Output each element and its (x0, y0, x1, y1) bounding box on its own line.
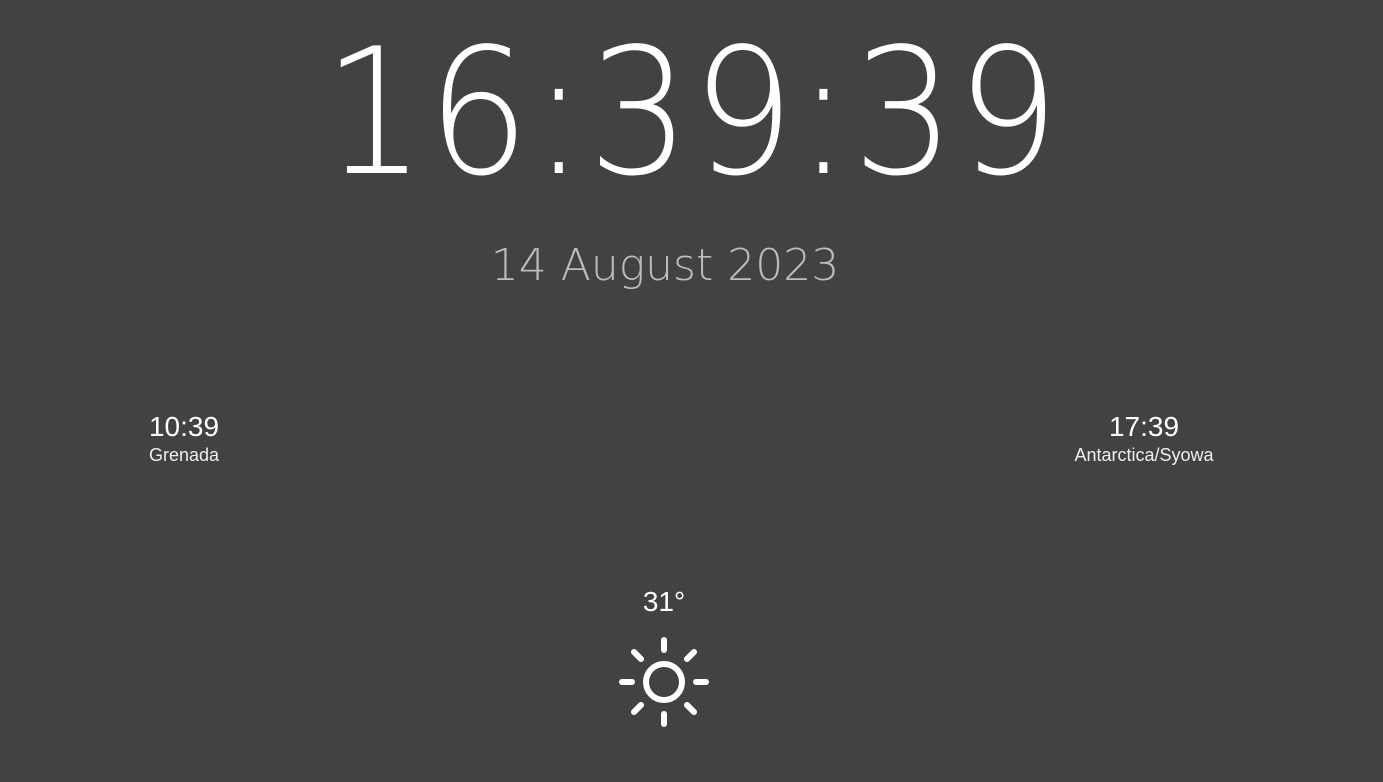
sun-icon (619, 637, 709, 727)
temperature: 31° (642, 586, 686, 617)
world-clock-zone: Antarctica/Syowa (1074, 445, 1214, 465)
world-clock-time: 10:39 (148, 411, 220, 442)
world-clock-syowa: 17:39 Antarctica/Syowa (1044, 410, 1244, 466)
main-date: 14 August 2023 (490, 240, 840, 291)
world-clock-zone: Grenada (148, 445, 220, 465)
main-clock: 16:39:39 (0, 14, 1383, 214)
world-clock-grenada: 10:39 Grenada (110, 410, 258, 466)
weather-widget: 31° (594, 582, 734, 732)
main-time-text: 16:39:39 (322, 12, 1061, 215)
world-clock-time: 17:39 (1108, 411, 1180, 442)
